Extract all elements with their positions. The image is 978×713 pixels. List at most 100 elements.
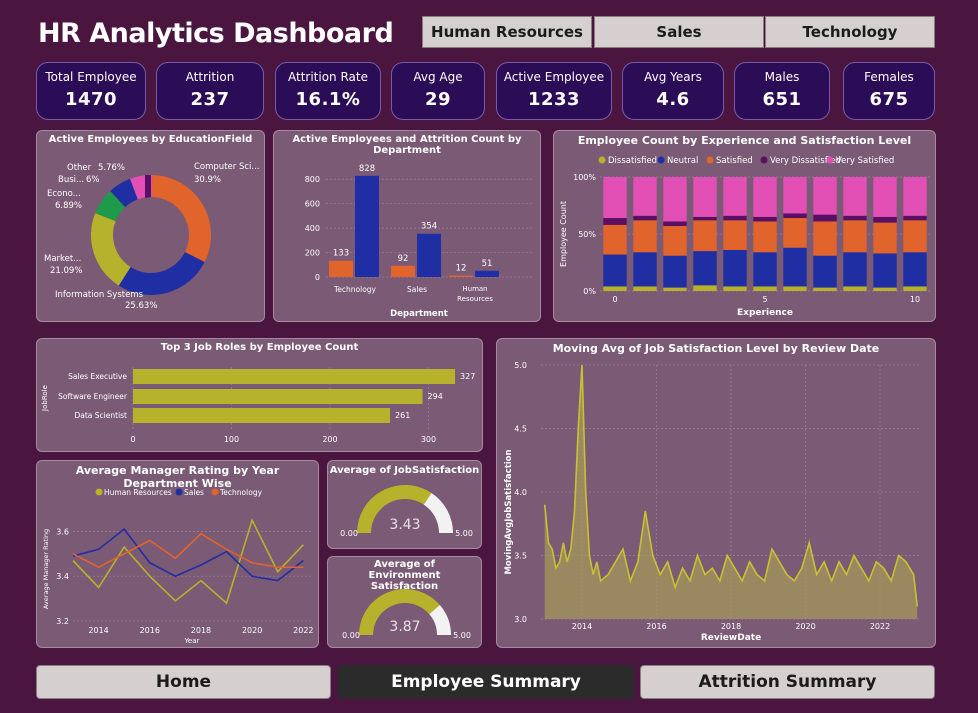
stacked-segment — [903, 286, 927, 291]
kpi-label: Total Employee — [45, 70, 137, 84]
stacked-segment — [663, 221, 687, 227]
y-tick-label: 600 — [305, 200, 320, 209]
stacked-segment — [723, 220, 747, 250]
y-tick-label: 4.5 — [514, 425, 527, 434]
moving-avg-area-chart: 3.0 3.5 4.0 4.5 5.0 2014 2016 2018 2020 2022 Revie… — [504, 361, 921, 643]
stacked-segment — [603, 218, 627, 225]
x-axis-title: Year — [184, 637, 200, 645]
stacked-segment — [813, 287, 837, 291]
environment-satisfaction-gauge: 3.87 0.00 5.00 — [342, 589, 471, 640]
nav-home-button[interactable]: Home — [36, 665, 331, 699]
donut-value-label: 5.76% — [98, 163, 125, 173]
stacked-segment — [663, 226, 687, 256]
page-title: HR Analytics Dashboard — [38, 18, 394, 49]
donut-slice — [151, 175, 211, 262]
gauge-value-label: 3.87 — [389, 619, 420, 635]
stacked-segment — [693, 220, 717, 252]
stacked-segment — [633, 220, 657, 253]
manager-rating-line-chart: Human Resources Sales Technology 3.2 3.4 3.6 2… — [42, 488, 314, 645]
x-tick-label: 5 — [762, 295, 767, 304]
dept-filter-technology[interactable]: Technology — [765, 16, 935, 48]
bar-active — [355, 175, 379, 277]
x-tick-label: Resources — [457, 295, 493, 303]
job-satisfaction-gauge-panel: Average of JobSatisfaction 3.43 0.00 5.00 — [327, 460, 482, 549]
stacked-segment — [693, 216, 717, 221]
legend-label: Sales — [184, 488, 204, 497]
x-tick-label: 2016 — [140, 626, 160, 635]
y-tick-label: 0% — [583, 287, 596, 296]
x-tick-label: 0 — [130, 435, 135, 444]
nav-attrition-summary-button[interactable]: Attrition Summary — [640, 665, 935, 699]
stacked-segment — [663, 255, 687, 288]
stacked-segment — [903, 252, 927, 287]
stacked-segment — [633, 252, 657, 287]
bar — [133, 408, 391, 423]
legend-label: Technology — [219, 488, 263, 497]
legend-label: Satisfied — [716, 156, 753, 166]
donut-value-label: 25.63% — [125, 301, 157, 311]
gauge-track — [423, 492, 453, 533]
legend-label: Neutral — [667, 156, 698, 166]
nav-employee-summary-button[interactable]: Employee Summary — [338, 665, 634, 699]
kpi-attrition: Attrition 237 — [156, 62, 264, 120]
stacked-segment — [903, 215, 927, 221]
stacked-segment — [813, 177, 837, 215]
chart-title: Active Employees by EducationField — [48, 134, 253, 145]
bar-attrition — [449, 275, 473, 277]
kpi-label: Avg Age — [413, 70, 463, 84]
x-tick-label: 2022 — [293, 626, 313, 635]
stacked-segment — [603, 286, 627, 291]
kpi-value: 651 — [762, 89, 802, 110]
dept-filter-sales[interactable]: Sales — [594, 16, 764, 48]
y-tick-label: 3.0 — [514, 615, 527, 624]
stacked-segment — [843, 220, 867, 253]
x-tick-label: 100 — [224, 435, 239, 444]
stacked-segment — [783, 247, 807, 287]
x-tick-label: 2014 — [88, 626, 108, 635]
chart-title: Employee Count by Experience and Satisfa… — [577, 134, 912, 147]
stacked-segment — [813, 214, 837, 222]
education-donut-chart: Computer Sci...30.9%Information Systems2… — [44, 162, 260, 311]
stacked-segment — [843, 286, 867, 291]
manager-rating-panel: Average Manager Rating by Year Departmen… — [36, 460, 319, 648]
donut-category-label: Information Systems — [55, 290, 144, 300]
legend-marker — [598, 156, 606, 164]
x-axis-title: ReviewDate — [701, 633, 761, 643]
bar-value-label: 92 — [398, 254, 409, 264]
x-tick-label: 2020 — [795, 622, 815, 631]
x-tick-label: 2016 — [646, 622, 666, 631]
kpi-value: 1233 — [527, 89, 581, 110]
kpi-value: 29 — [424, 89, 452, 110]
series-line — [72, 532, 304, 569]
legend-marker — [95, 488, 103, 496]
stacked-segment — [633, 177, 657, 216]
kpi-total-employee: Total Employee 1470 — [36, 62, 146, 120]
bar-value-label: 327 — [460, 372, 475, 381]
stacked-segment — [633, 286, 657, 291]
y-tick-label: 50% — [578, 230, 596, 239]
stacked-segment — [753, 286, 777, 291]
bar-active — [417, 233, 441, 277]
donut-value-label: 6% — [86, 175, 100, 185]
y-tick-label: 400 — [305, 224, 320, 233]
donut-value-label: 21.09% — [50, 266, 82, 276]
y-axis-title: Employee Count — [559, 201, 568, 267]
legend-marker — [657, 156, 665, 164]
environment-satisfaction-gauge-panel: Average of Environment Satisfaction 3.87… — [327, 556, 482, 648]
stacked-segment — [783, 286, 807, 291]
stacked-segment — [633, 215, 657, 221]
gauge-min-label: 0.00 — [340, 529, 358, 538]
stacked-segment — [723, 286, 747, 291]
y-axis-title: JobRole — [41, 385, 49, 412]
stacked-segment — [753, 252, 777, 287]
donut-value-label: 6.89% — [55, 201, 82, 211]
dept-filter-human-resources[interactable]: Human Resources — [422, 16, 592, 48]
stacked-segment — [753, 221, 777, 253]
stacked-segment — [693, 177, 717, 217]
donut-category-label: Market... — [44, 254, 81, 264]
bar-value-label: 294 — [428, 392, 443, 401]
kpi-label: Avg Years — [644, 70, 702, 84]
x-tick-label: 2018 — [721, 622, 741, 631]
stacked-segment — [783, 218, 807, 248]
stacked-segment — [873, 253, 897, 288]
